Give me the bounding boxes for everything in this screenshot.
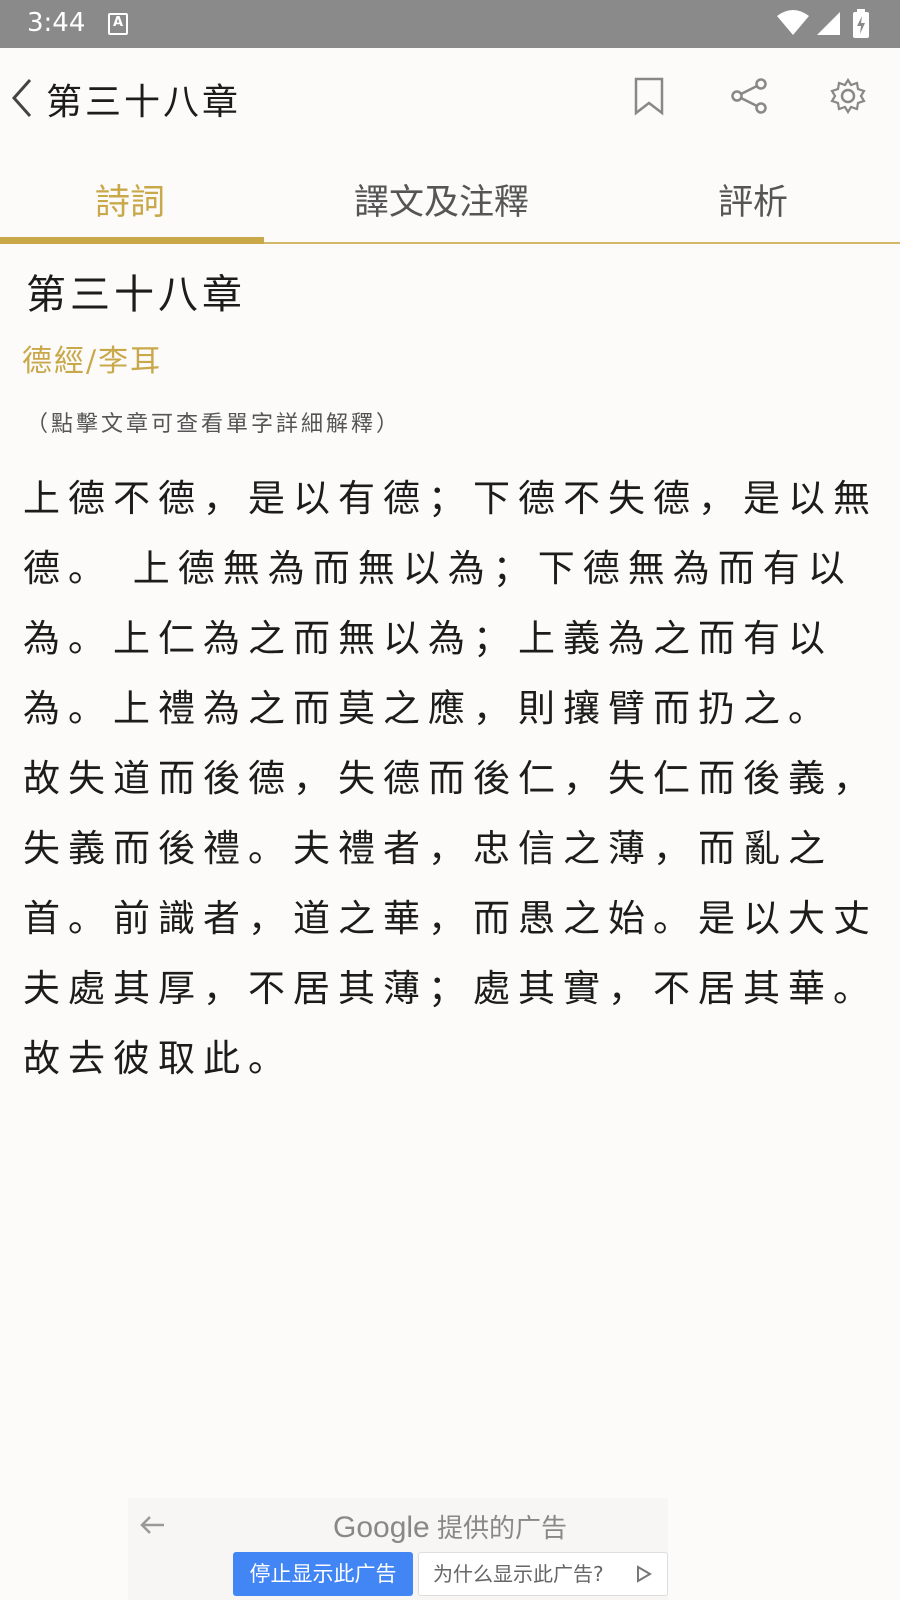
poem-body-text[interactable]: 上德不德，是以有德；下德不失德，是以無德。 上德無為而無以為；下德無為而有以為。… bbox=[23, 464, 883, 1094]
google-logo: Google bbox=[333, 1511, 430, 1544]
tab-bar: 詩詞 譯文及注釋 評析 bbox=[0, 148, 900, 244]
bookmark-icon[interactable] bbox=[633, 76, 665, 116]
stop-ad-button[interactable]: 停止显示此广告 bbox=[233, 1552, 413, 1596]
status-bar: 3:44 A bbox=[0, 0, 900, 48]
wifi-icon bbox=[777, 10, 809, 35]
share-icon[interactable] bbox=[729, 78, 769, 114]
why-this-ad-button[interactable]: 为什么显示此广告? bbox=[418, 1552, 668, 1596]
tab-poem[interactable]: 詩詞 bbox=[95, 174, 165, 225]
ad-back-arrow-icon[interactable] bbox=[138, 1510, 168, 1540]
battery-charging-icon bbox=[853, 9, 869, 38]
status-time: 3:44 bbox=[27, 8, 86, 38]
tab-translation-notes[interactable]: 譯文及注釋 bbox=[354, 174, 529, 225]
tap-hint: （點擊文章可查看單字詳細解釋） bbox=[26, 412, 402, 437]
adchoices-icon bbox=[637, 1565, 652, 1583]
ad-attribution: Google 提供的广告 bbox=[333, 1508, 567, 1545]
ad-banner: Google 提供的广告 停止显示此广告 为什么显示此广告? bbox=[128, 1498, 668, 1600]
poem-author[interactable]: 德經/李耳 bbox=[22, 336, 162, 380]
why-this-ad-label: 为什么显示此广告? bbox=[433, 1562, 604, 1586]
settings-icon[interactable] bbox=[830, 78, 866, 114]
page-title: 第三十八章 bbox=[46, 82, 242, 123]
poem-title: 第三十八章 bbox=[26, 272, 246, 318]
ad-provided-text: 提供的广告 bbox=[436, 1513, 567, 1543]
notification-a-icon: A bbox=[108, 13, 128, 35]
tab-analysis[interactable]: 評析 bbox=[718, 174, 788, 225]
tab-active-indicator bbox=[0, 237, 264, 244]
signal-icon bbox=[817, 12, 840, 35]
top-app-bar: 第三十八章 bbox=[0, 48, 900, 148]
back-icon[interactable] bbox=[6, 76, 36, 120]
